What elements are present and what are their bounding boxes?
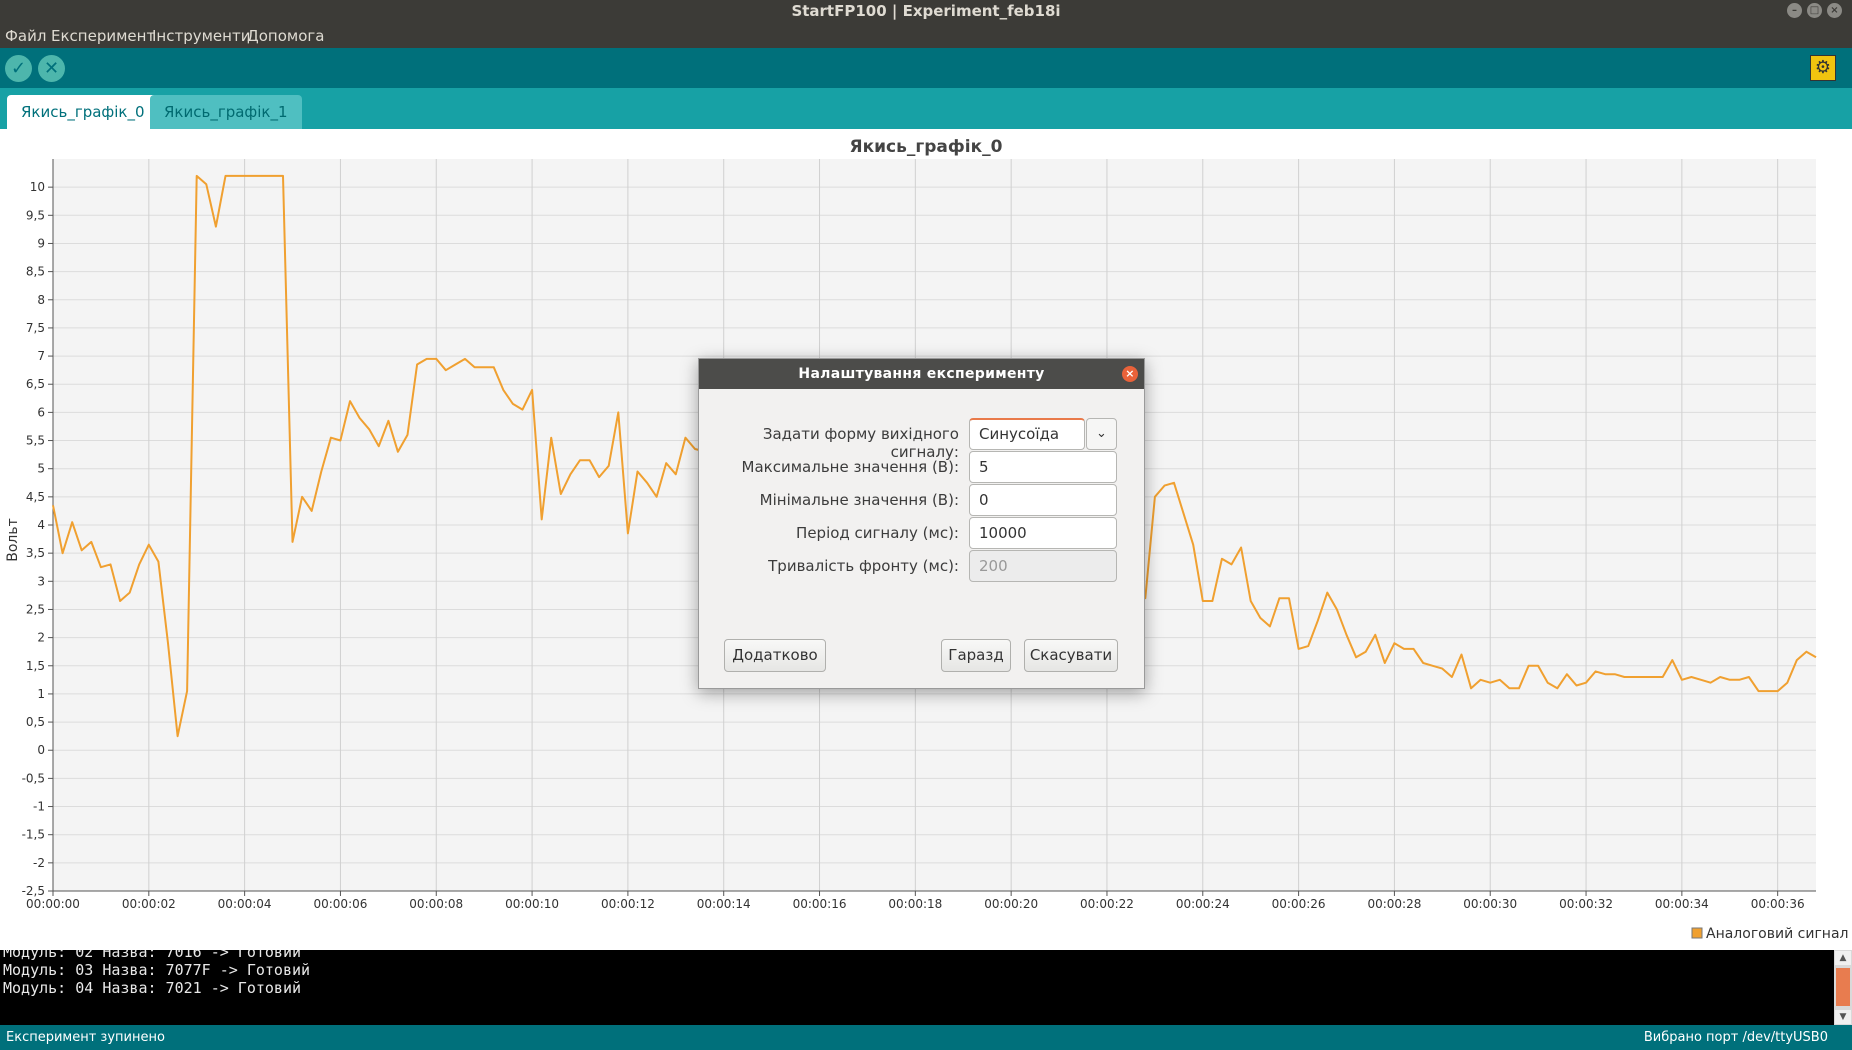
x-tick-label: 00:00:12 bbox=[601, 897, 655, 911]
front-duration-label: Тривалість фронту (мс): bbox=[768, 557, 959, 575]
scroll-up-icon[interactable]: ▲ bbox=[1835, 951, 1851, 965]
min-value-input[interactable] bbox=[969, 484, 1117, 516]
console-scrollbar[interactable]: ▲ ▼ bbox=[1834, 950, 1852, 1025]
y-tick-label: 3 bbox=[37, 574, 45, 588]
cancel-button[interactable]: Скасувати bbox=[1024, 639, 1118, 672]
x-tick-label: 00:00:16 bbox=[793, 897, 847, 911]
y-tick-label: 1 bbox=[37, 687, 45, 701]
y-tick-label: 6 bbox=[37, 405, 45, 419]
max-value-label: Максимальне значення (В): bbox=[741, 458, 959, 476]
min-value-label: Мінімальне значення (В): bbox=[759, 491, 959, 509]
y-tick-label: -2 bbox=[33, 856, 45, 870]
cross-icon[interactable]: ✕ bbox=[38, 55, 65, 82]
checkmark-icon[interactable]: ✓ bbox=[5, 55, 32, 82]
menu-bar: Файл Експеримент Інструменти Допомога bbox=[0, 24, 1852, 48]
y-tick-label: 0,5 bbox=[26, 715, 45, 729]
waveform-select[interactable]: Синусоїда bbox=[969, 418, 1085, 450]
x-tick-label: 00:00:34 bbox=[1655, 897, 1709, 911]
menu-file[interactable]: Файл bbox=[5, 24, 46, 48]
y-tick-label: 2 bbox=[37, 631, 45, 645]
legend-swatch bbox=[1691, 927, 1703, 939]
period-input[interactable] bbox=[969, 517, 1117, 549]
y-tick-label: 5,5 bbox=[26, 434, 45, 448]
scroll-down-icon[interactable]: ▼ bbox=[1835, 1010, 1851, 1024]
status-port: Вибрано порт /dev/ttyUSB0 bbox=[1643, 1030, 1828, 1045]
y-tick-label: -1 bbox=[33, 800, 45, 814]
tab-graph-0[interactable]: Якись_графік_0 bbox=[7, 95, 159, 129]
scroll-thumb[interactable] bbox=[1836, 968, 1850, 1006]
legend-label: Аналоговий сигнал bbox=[1706, 926, 1848, 942]
y-tick-label: 10 bbox=[30, 180, 45, 194]
y-tick-label: 5 bbox=[37, 462, 45, 476]
advanced-button[interactable]: Додатково bbox=[724, 639, 826, 672]
y-tick-label: 4,5 bbox=[26, 490, 45, 504]
tab-bar: Якись_графік_0 Якись_графік_1 bbox=[0, 88, 1852, 129]
toolbar: ✓ ✕ ⚙ bbox=[0, 48, 1852, 88]
y-tick-label: 0 bbox=[37, 743, 45, 757]
x-tick-label: 00:00:20 bbox=[984, 897, 1038, 911]
y-tick-label: 1,5 bbox=[26, 659, 45, 673]
x-tick-label: 00:00:24 bbox=[1176, 897, 1230, 911]
x-tick-label: 00:00:08 bbox=[409, 897, 463, 911]
chevron-down-icon[interactable]: ⌄ bbox=[1086, 418, 1117, 450]
max-value-input[interactable] bbox=[969, 451, 1117, 483]
window-title: StartFP100 | Experiment_feb18i bbox=[791, 2, 1061, 20]
x-tick-label: 00:00:26 bbox=[1272, 897, 1326, 911]
status-bar: Експеримент зупинено Вибрано порт /dev/t… bbox=[0, 1025, 1852, 1050]
gear-icon[interactable]: ⚙ bbox=[1810, 55, 1836, 81]
y-tick-label: 3,5 bbox=[26, 546, 45, 560]
x-tick-label: 00:00:36 bbox=[1751, 897, 1805, 911]
dialog-title-text: Налаштування експерименту bbox=[798, 366, 1045, 382]
menu-help[interactable]: Допомога bbox=[247, 24, 324, 48]
y-tick-label: 6,5 bbox=[26, 377, 45, 391]
x-tick-label: 00:00:22 bbox=[1080, 897, 1134, 911]
window-controls: – □ × bbox=[1787, 3, 1842, 18]
y-tick-label: 4 bbox=[37, 518, 45, 532]
menu-experiment[interactable]: Експеримент bbox=[51, 24, 155, 48]
waveform-label: Задати форму вихідного сигналу: bbox=[762, 425, 959, 461]
experiment-settings-dialog: Налаштування експерименту × Задати форму… bbox=[698, 358, 1145, 689]
console-line: Модуль: 04 Назва: 7021 -> Готовий bbox=[3, 979, 302, 997]
y-tick-label: 9 bbox=[37, 236, 45, 250]
y-tick-label: 8 bbox=[37, 293, 45, 307]
y-tick-label: 9,5 bbox=[26, 208, 45, 222]
x-tick-label: 00:00:10 bbox=[505, 897, 559, 911]
console-log: Модуль: 02 Назва: 7016 -> Готовий Модуль… bbox=[0, 950, 1852, 1025]
y-tick-label: -1,5 bbox=[22, 828, 45, 842]
front-duration-input bbox=[969, 550, 1117, 582]
window-titlebar: StartFP100 | Experiment_feb18i – □ × bbox=[0, 0, 1852, 24]
status-experiment: Експеримент зупинено bbox=[6, 1030, 165, 1045]
minimize-icon[interactable]: – bbox=[1787, 3, 1802, 18]
x-tick-label: 00:00:28 bbox=[1367, 897, 1421, 911]
x-tick-label: 00:00:14 bbox=[697, 897, 751, 911]
x-tick-label: 00:00:00 bbox=[26, 897, 80, 911]
console-line: Модуль: 03 Назва: 7077F -> Готовий bbox=[3, 961, 311, 979]
y-tick-label: -2,5 bbox=[22, 884, 45, 898]
y-tick-label: 2,5 bbox=[26, 602, 45, 616]
y-tick-label: 7 bbox=[37, 349, 45, 363]
x-tick-label: 00:00:30 bbox=[1463, 897, 1517, 911]
console-line: Модуль: 02 Назва: 7016 -> Готовий bbox=[3, 950, 302, 961]
close-icon[interactable]: × bbox=[1122, 366, 1138, 382]
x-tick-label: 00:00:18 bbox=[888, 897, 942, 911]
maximize-icon[interactable]: □ bbox=[1807, 3, 1822, 18]
x-tick-label: 00:00:32 bbox=[1559, 897, 1613, 911]
y-tick-label: 7,5 bbox=[26, 321, 45, 335]
close-icon[interactable]: × bbox=[1827, 3, 1842, 18]
x-tick-label: 00:00:04 bbox=[218, 897, 272, 911]
x-tick-label: 00:00:06 bbox=[313, 897, 367, 911]
tab-graph-1[interactable]: Якись_графік_1 bbox=[150, 95, 302, 129]
x-tick-label: 00:00:02 bbox=[122, 897, 176, 911]
dialog-title: Налаштування експерименту × bbox=[699, 359, 1144, 389]
y-tick-label: -0,5 bbox=[22, 771, 45, 785]
y-axis-label: Вольт bbox=[5, 518, 21, 562]
ok-button[interactable]: Гаразд bbox=[941, 639, 1011, 672]
menu-tools[interactable]: Інструменти bbox=[152, 24, 250, 48]
y-tick-label: 8,5 bbox=[26, 265, 45, 279]
period-label: Період сигналу (мс): bbox=[796, 524, 959, 542]
